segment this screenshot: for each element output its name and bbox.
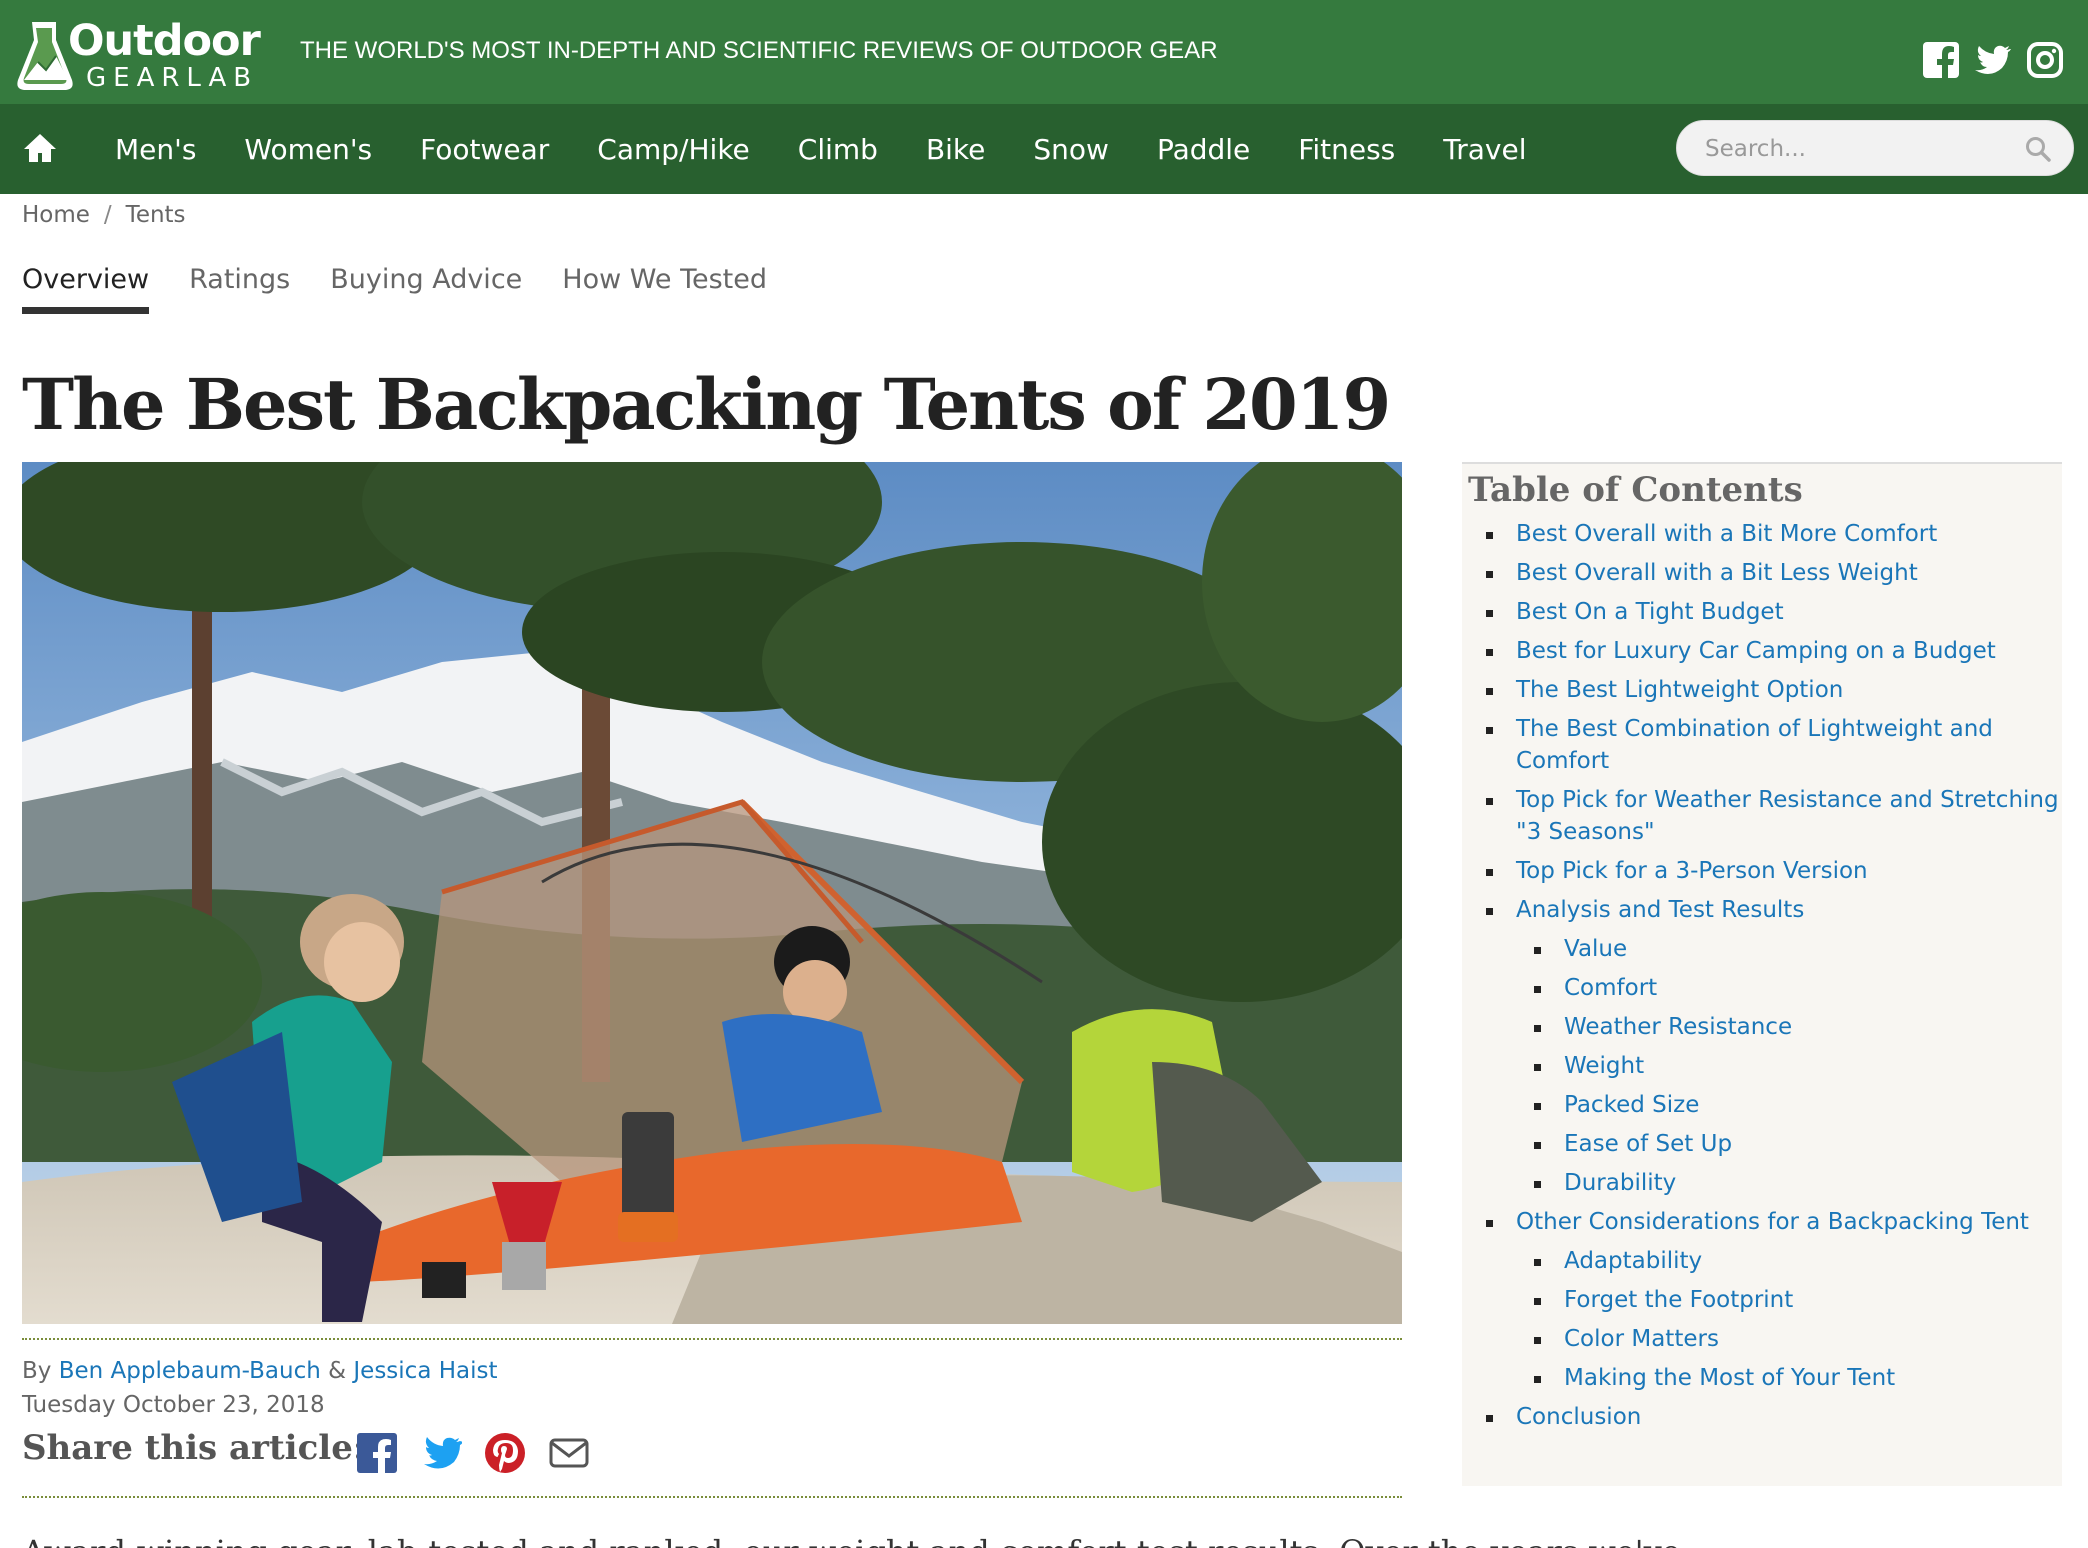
byline: By Ben Applebaum-Bauch & Jessica Haist bbox=[22, 1358, 498, 1384]
nav-link-snow[interactable]: Snow bbox=[1033, 133, 1109, 166]
nav-link-paddle[interactable]: Paddle bbox=[1157, 133, 1250, 166]
toc-subitem-label[interactable]: Color Matters bbox=[1564, 1323, 2062, 1355]
toc-item-label[interactable]: Best for Luxury Car Camping on a Budget bbox=[1516, 635, 2062, 667]
search-icon[interactable] bbox=[2025, 136, 2051, 162]
toc-subitem-label[interactable]: Weight bbox=[1564, 1050, 2062, 1082]
toc-item[interactable]: Best for Luxury Car Camping on a Budget bbox=[1462, 635, 2062, 667]
social-links bbox=[1922, 40, 2064, 80]
pinterest-icon[interactable] bbox=[484, 1432, 526, 1474]
breadcrumb: Home / Tents bbox=[22, 202, 186, 228]
nav-link-climb[interactable]: Climb bbox=[798, 133, 878, 166]
nav-link-travel[interactable]: Travel bbox=[1443, 133, 1526, 166]
publish-date: Tuesday October 23, 2018 bbox=[22, 1392, 325, 1418]
toc-item[interactable]: Best On a Tight Budget bbox=[1462, 596, 2062, 628]
instagram-icon[interactable] bbox=[2026, 41, 2064, 79]
search-input[interactable] bbox=[1705, 131, 2005, 167]
toc-item-label[interactable]: The Best Combination of Lightweight and … bbox=[1516, 713, 2062, 777]
author-link-jessica[interactable]: Jessica Haist bbox=[353, 1358, 497, 1384]
tab-how-we-tested[interactable]: How We Tested bbox=[562, 258, 767, 314]
breadcrumb-home[interactable]: Home bbox=[22, 202, 90, 228]
nav-link-footwear[interactable]: Footwear bbox=[420, 133, 549, 166]
toc-item[interactable]: Best Overall with a Bit More Comfort bbox=[1462, 518, 2062, 550]
breadcrumb-separator: / bbox=[103, 202, 112, 228]
article-tabs: Overview Ratings Buying Advice How We Te… bbox=[22, 258, 807, 318]
toc-item-label[interactable]: Other Considerations for a Backpacking T… bbox=[1516, 1206, 2062, 1238]
byline-prefix: By bbox=[22, 1358, 52, 1384]
toc-subitem[interactable]: Color Matters bbox=[1462, 1323, 2062, 1355]
nav-link-fitness[interactable]: Fitness bbox=[1298, 133, 1395, 166]
toc-item-label[interactable]: Best Overall with a Bit Less Weight bbox=[1516, 557, 2062, 589]
toc-subitem[interactable]: Value bbox=[1462, 933, 2062, 965]
toc-subitem-label[interactable]: Ease of Set Up bbox=[1564, 1128, 2062, 1160]
toc-subitem-label[interactable]: Packed Size bbox=[1564, 1089, 2062, 1121]
toc-subitem[interactable]: Making the Most of Your Tent bbox=[1462, 1362, 2062, 1394]
toc-item-label[interactable]: Top Pick for Weather Resistance and Stre… bbox=[1516, 784, 2062, 848]
site-tagline: THE WORLD'S MOST IN-DEPTH AND SCIENTIFIC… bbox=[300, 37, 1218, 64]
byline-ampersand: & bbox=[328, 1358, 347, 1384]
toc-item[interactable]: Other Considerations for a Backpacking T… bbox=[1462, 1206, 2062, 1238]
toc-item-label[interactable]: The Best Lightweight Option bbox=[1516, 674, 2062, 706]
toc-subitem[interactable]: Weather Resistance bbox=[1462, 1011, 2062, 1043]
tab-overview[interactable]: Overview bbox=[22, 258, 150, 314]
search-box bbox=[1676, 120, 2074, 176]
toc-item[interactable]: Analysis and Test Results bbox=[1462, 894, 2062, 926]
share-icons bbox=[356, 1432, 590, 1474]
email-icon[interactable] bbox=[548, 1432, 590, 1474]
hero-image bbox=[22, 462, 1402, 1324]
toc-subitem[interactable]: Adaptability bbox=[1462, 1245, 2062, 1277]
toc-subitem-label[interactable]: Durability bbox=[1564, 1167, 2062, 1199]
toc-subitem-label[interactable]: Forget the Footprint bbox=[1564, 1284, 2062, 1316]
facebook-icon[interactable] bbox=[356, 1432, 398, 1474]
nav-links: Men's Women's Footwear Camp/Hike Climb B… bbox=[115, 104, 1575, 194]
toc-item-label[interactable]: Top Pick for a 3-Person Version bbox=[1516, 855, 2062, 887]
tab-ratings[interactable]: Ratings bbox=[189, 258, 290, 314]
author-link-ben[interactable]: Ben Applebaum-Bauch bbox=[59, 1358, 321, 1384]
page-title: The Best Backpacking Tents of 2019 bbox=[22, 363, 1391, 446]
home-icon[interactable] bbox=[22, 132, 58, 164]
toc-subitem-label[interactable]: Adaptability bbox=[1564, 1245, 2062, 1277]
hero-photo-illustration bbox=[22, 462, 1402, 1324]
toc-subitem-label[interactable]: Weather Resistance bbox=[1564, 1011, 2062, 1043]
toc-title: Table of Contents bbox=[1468, 470, 1803, 510]
twitter-icon[interactable] bbox=[1974, 41, 2012, 79]
toc-item-label[interactable]: Conclusion bbox=[1516, 1401, 2062, 1433]
nav-link-bike[interactable]: Bike bbox=[926, 133, 985, 166]
toc-item[interactable]: Conclusion bbox=[1462, 1401, 2062, 1433]
table-of-contents: Table of Contents Best Overall with a Bi… bbox=[1462, 462, 2062, 1486]
site-logo[interactable]: Outdoor GEARLAB bbox=[16, 14, 272, 94]
toc-subitem[interactable]: Durability bbox=[1462, 1167, 2062, 1199]
toc-list: Best Overall with a Bit More Comfort Bes… bbox=[1462, 518, 2062, 1440]
toc-item-label[interactable]: Best Overall with a Bit More Comfort bbox=[1516, 518, 2062, 550]
toc-item[interactable]: The Best Combination of Lightweight and … bbox=[1462, 713, 2062, 777]
toc-item[interactable]: Top Pick for Weather Resistance and Stre… bbox=[1462, 784, 2062, 848]
divider-top bbox=[22, 1338, 1402, 1340]
divider-bottom bbox=[22, 1496, 1402, 1498]
nav-link-mens[interactable]: Men's bbox=[115, 133, 196, 166]
toc-subitem[interactable]: Forget the Footprint bbox=[1462, 1284, 2062, 1316]
toc-subitem-label[interactable]: Value bbox=[1564, 933, 2062, 965]
logo-wordmark-outdoor: Outdoor bbox=[68, 16, 261, 66]
toc-item[interactable]: Top Pick for a 3-Person Version bbox=[1462, 855, 2062, 887]
nav-link-camp-hike[interactable]: Camp/Hike bbox=[597, 133, 749, 166]
logo-flask-icon bbox=[17, 22, 73, 90]
toc-subitem[interactable]: Weight bbox=[1462, 1050, 2062, 1082]
facebook-icon[interactable] bbox=[1922, 41, 1960, 79]
logo-wordmark-gearlab: GEARLAB bbox=[86, 63, 259, 93]
toc-subitem-label[interactable]: Making the Most of Your Tent bbox=[1564, 1362, 2062, 1394]
nav-link-womens[interactable]: Women's bbox=[244, 133, 372, 166]
toc-item-label[interactable]: Best On a Tight Budget bbox=[1516, 596, 2062, 628]
toc-subitem[interactable]: Comfort bbox=[1462, 972, 2062, 1004]
share-label: Share this article: bbox=[22, 1428, 366, 1468]
article-body-start: Award-winning gear, lab-tested and ranke… bbox=[22, 1530, 1681, 1548]
toc-subitem[interactable]: Packed Size bbox=[1462, 1089, 2062, 1121]
top-header-bar: Outdoor GEARLAB THE WORLD'S MOST IN-DEPT… bbox=[0, 0, 2088, 104]
twitter-icon[interactable] bbox=[420, 1432, 462, 1474]
toc-item[interactable]: Best Overall with a Bit Less Weight bbox=[1462, 557, 2062, 589]
toc-subitem-label[interactable]: Comfort bbox=[1564, 972, 2062, 1004]
breadcrumb-tents[interactable]: Tents bbox=[126, 202, 186, 228]
toc-item-label[interactable]: Analysis and Test Results bbox=[1516, 894, 2062, 926]
tab-buying-advice[interactable]: Buying Advice bbox=[330, 258, 522, 314]
toc-item[interactable]: The Best Lightweight Option bbox=[1462, 674, 2062, 706]
toc-subitem[interactable]: Ease of Set Up bbox=[1462, 1128, 2062, 1160]
